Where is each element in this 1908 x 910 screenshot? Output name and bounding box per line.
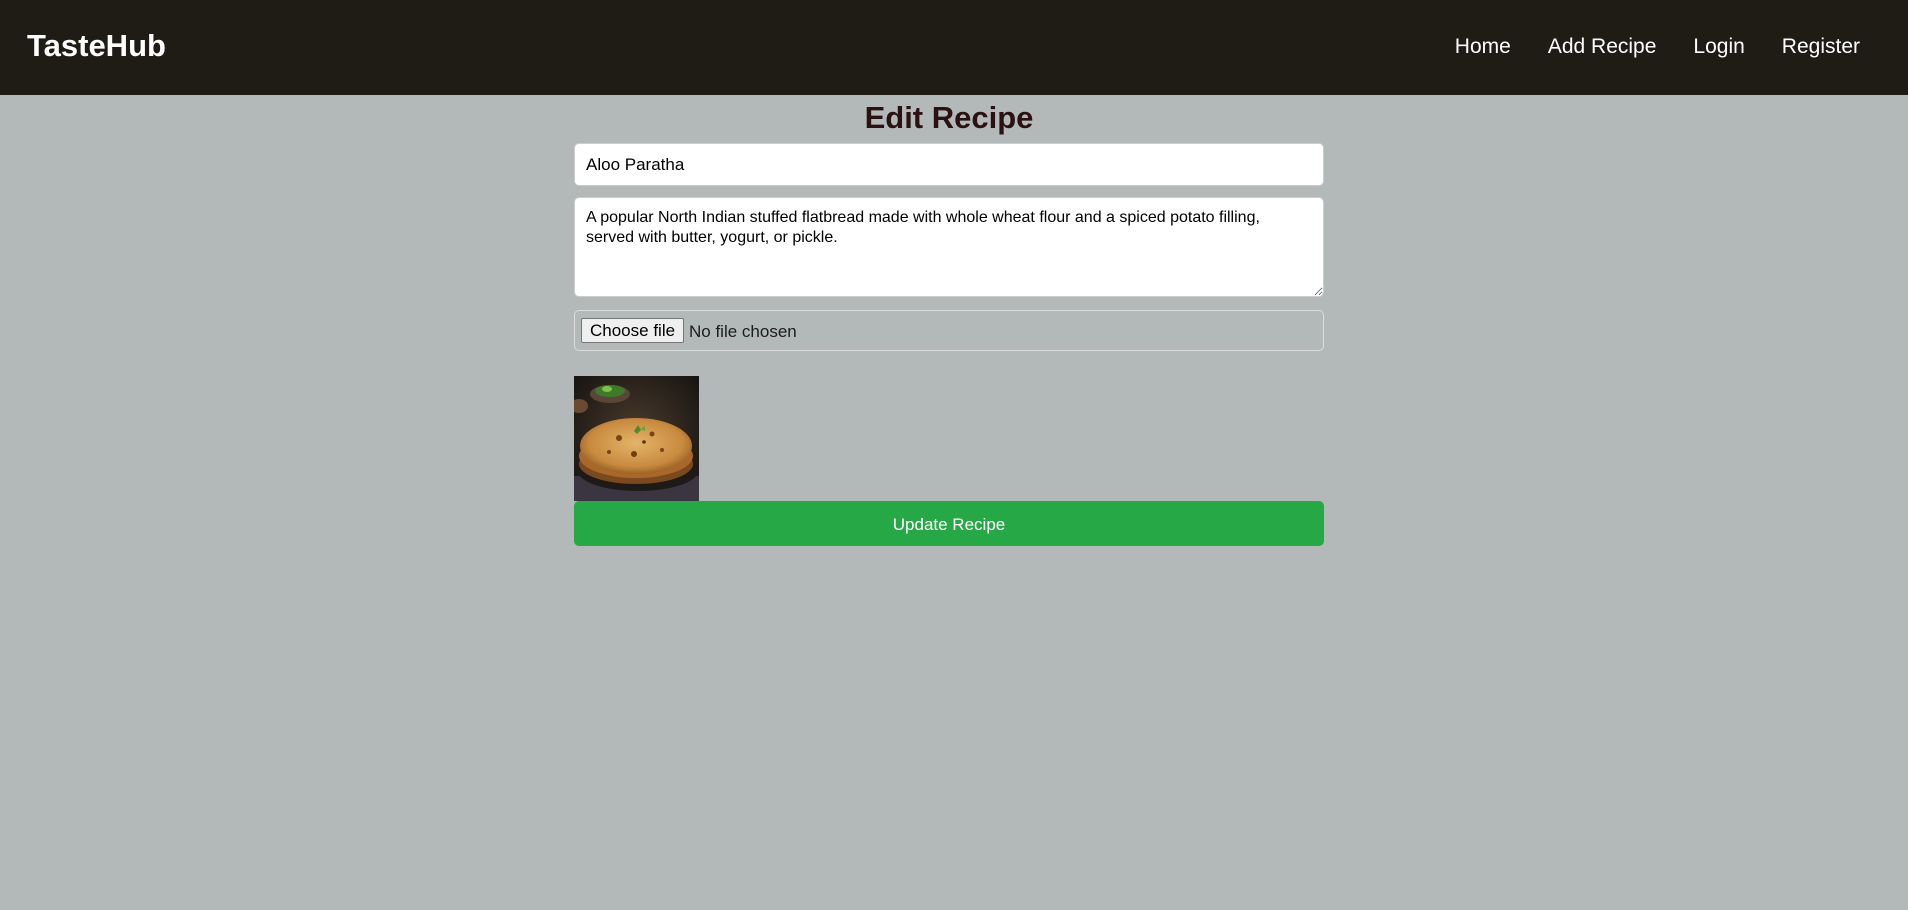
file-status-text: No file chosen <box>689 322 797 341</box>
nav-link-home[interactable]: Home <box>1455 34 1511 60</box>
navbar: TasteHub Home Add Recipe Login Register <box>0 0 1908 95</box>
recipe-image-preview <box>574 376 699 501</box>
image-file-input[interactable]: Choose file No file chosen <box>574 310 1324 351</box>
recipe-description-input[interactable]: A popular North Indian stuffed flatbread… <box>574 197 1324 297</box>
choose-file-button[interactable]: Choose file <box>581 318 685 343</box>
nav-link-login[interactable]: Login <box>1693 34 1744 60</box>
brand-logo[interactable]: TasteHub <box>27 28 166 64</box>
update-recipe-button[interactable]: Update Recipe <box>574 501 1324 546</box>
nav-link-add-recipe[interactable]: Add Recipe <box>1548 34 1657 60</box>
aloo-paratha-photo <box>574 376 699 501</box>
page-title: Edit Recipe <box>864 100 1034 135</box>
recipe-title-input[interactable] <box>574 143 1324 186</box>
nav-links: Home Add Recipe Login Register <box>1418 34 1860 60</box>
nav-link-register[interactable]: Register <box>1782 34 1860 60</box>
